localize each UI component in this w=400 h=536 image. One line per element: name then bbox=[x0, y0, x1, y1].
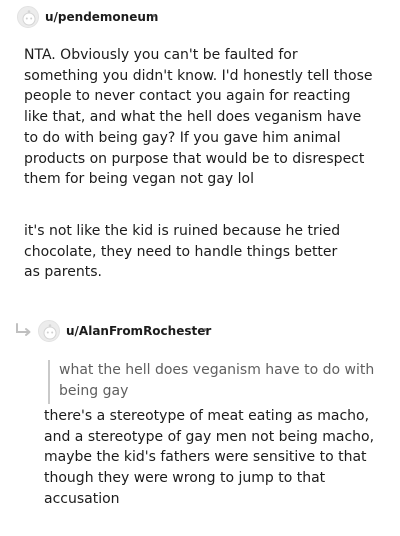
reply-arrow-icon bbox=[14, 322, 34, 342]
avatar-icon[interactable] bbox=[17, 6, 39, 28]
comment-author-username[interactable]: u/AlanFromRochester bbox=[66, 323, 211, 339]
blockquote-bar bbox=[48, 360, 50, 404]
avatar-icon[interactable] bbox=[38, 320, 60, 342]
comment-body-paragraph: it's not like the kid is ruined because … bbox=[24, 223, 341, 281]
meta-separator: • bbox=[202, 325, 208, 336]
comment-author-username[interactable]: u/pendemoneum bbox=[45, 9, 158, 25]
comment-body-paragraph: there's a stereotype of meat eating as m… bbox=[44, 408, 375, 507]
meta-separator: • bbox=[151, 11, 157, 22]
comment-body-paragraph: NTA. Obviously you can't be faulted for … bbox=[24, 47, 373, 188]
blockquote-text: what the hell does veganism have to do w… bbox=[59, 362, 375, 399]
